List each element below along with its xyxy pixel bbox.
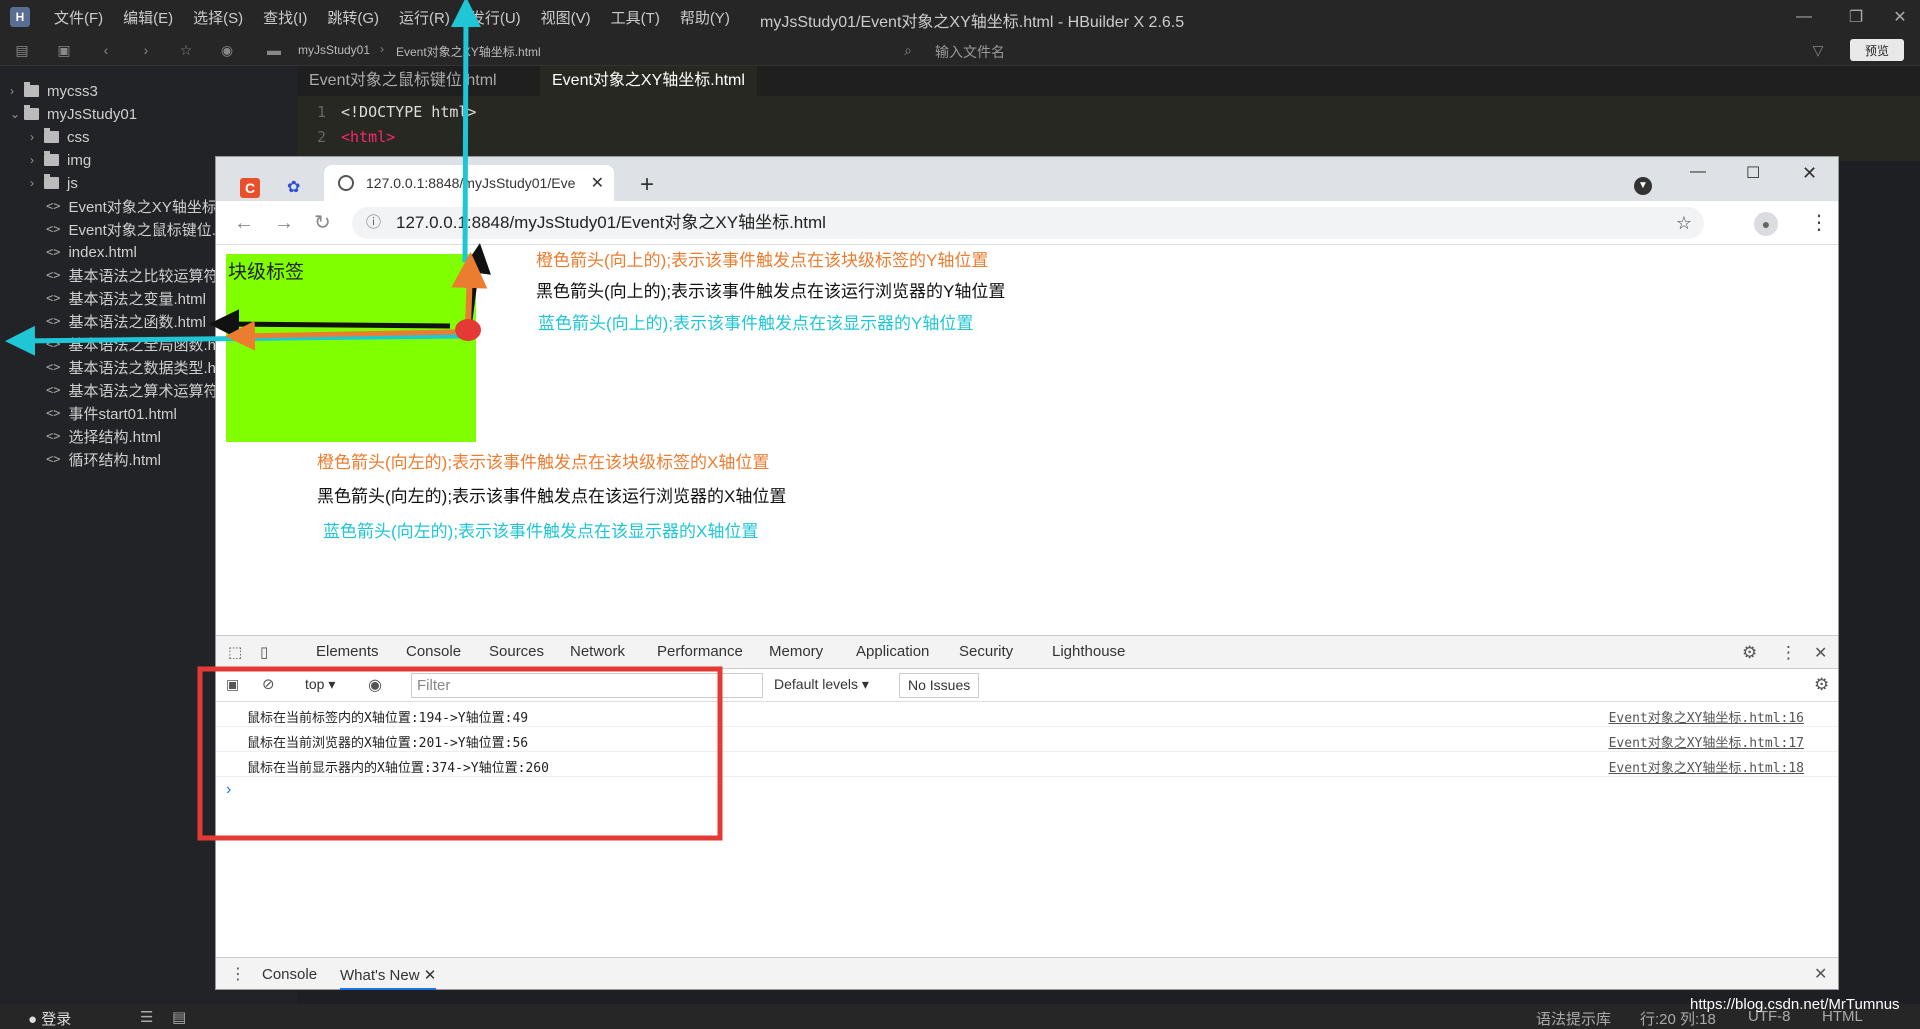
status-bar: ● 登录 ☰ ▤ 语法提示库 行:20 列:18 UTF-8 HTML http…	[0, 996, 1920, 1029]
login-label: 登录	[41, 1011, 72, 1028]
cyan-up-arrow	[450, 0, 481, 263]
orange-up-arrow	[451, 252, 488, 327]
terminal-icon[interactable]: ▤	[172, 1008, 186, 1026]
list-icon[interactable]: ☰	[140, 1008, 153, 1026]
syntax-lib-button[interactable]: 语法提示库	[1536, 1008, 1611, 1029]
cyan-left-arrow	[5, 325, 461, 356]
watermark: https://blog.csdn.net/MrTumnus	[1690, 996, 1900, 1013]
log-highlight-box	[197, 666, 723, 841]
login-button[interactable]: ● 登录	[28, 1008, 71, 1029]
black-left-arrow	[209, 309, 451, 340]
click-point-marker	[455, 319, 481, 341]
annotation-overlay	[5, 0, 723, 841]
